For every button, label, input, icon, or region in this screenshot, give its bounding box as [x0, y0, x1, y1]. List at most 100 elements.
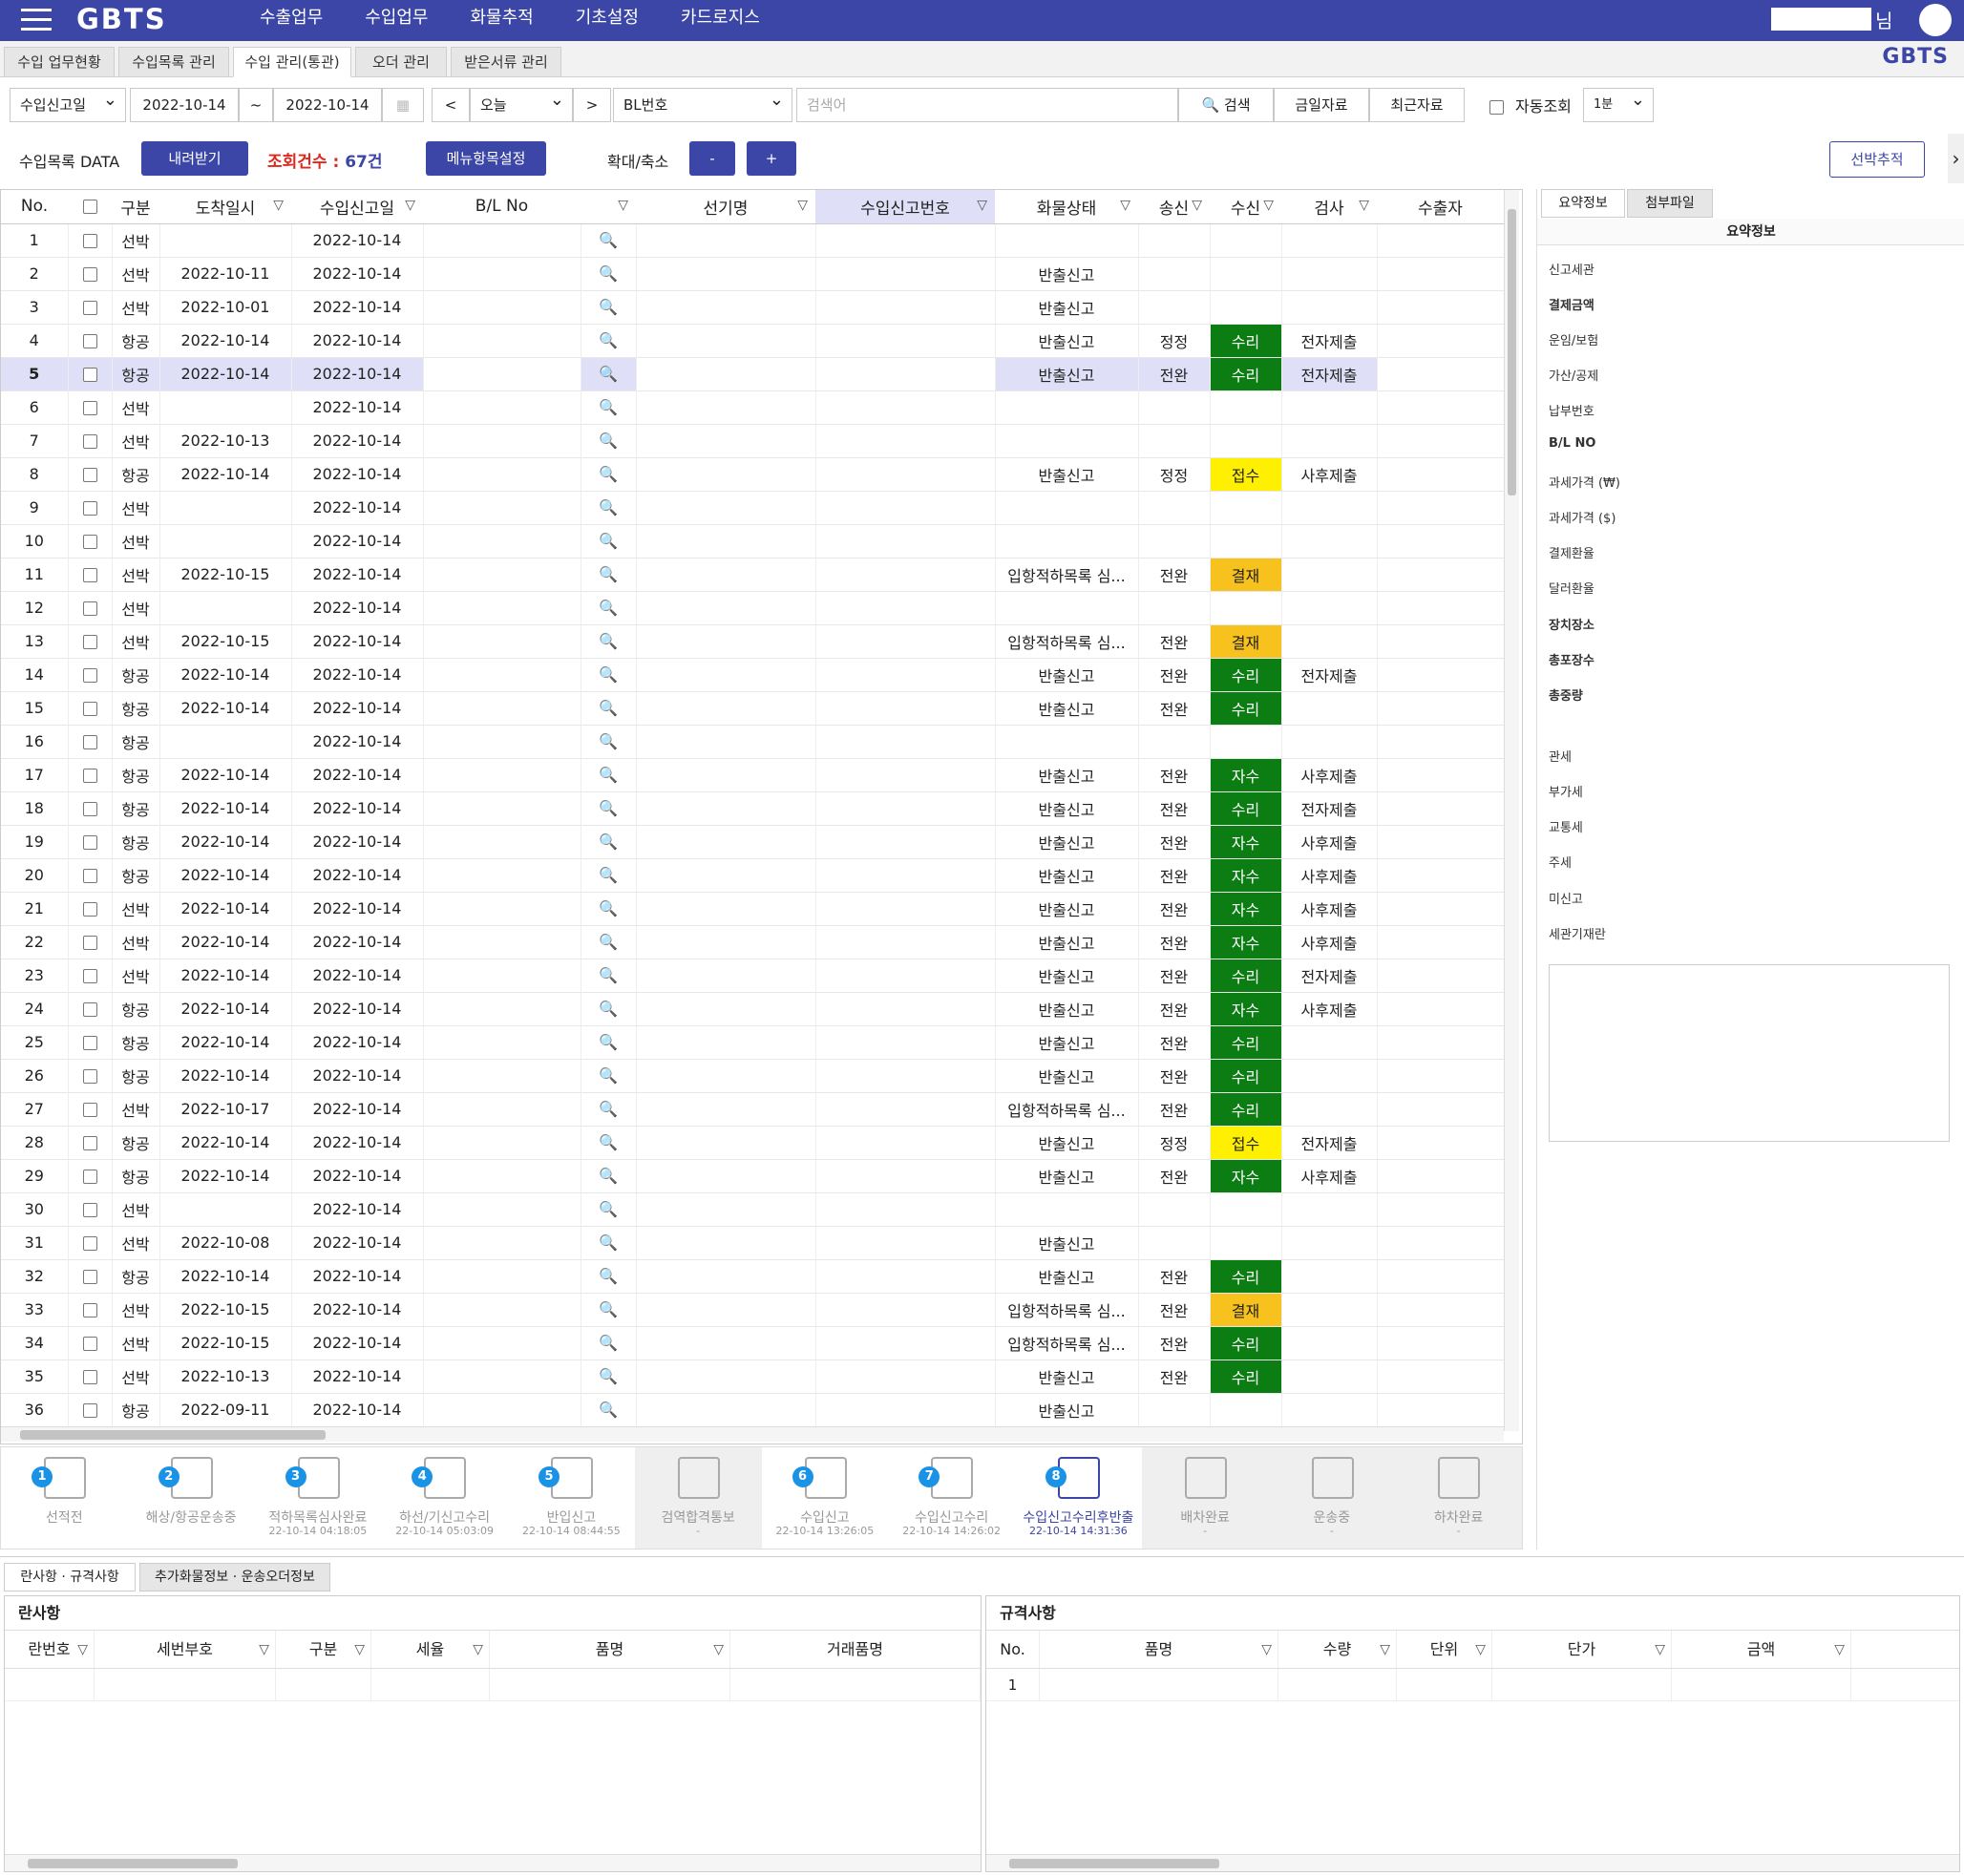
col-select-all[interactable] [68, 190, 112, 224]
filter-icon[interactable]: ▽ [1359, 198, 1369, 213]
row-bl-search[interactable]: 🔍 [581, 457, 637, 492]
table-row[interactable]: 8 항공 2022-10-14 2022-10-14 🔍 반출신고 정정 접수 사후제출 [1, 457, 1505, 492]
col-item-no[interactable]: 란번호 ▽ [5, 1631, 95, 1668]
row-bl-search[interactable]: 🔍 [581, 1092, 637, 1127]
row-bl-search[interactable]: 🔍 [581, 1059, 637, 1093]
search-icon[interactable]: 🔍 [599, 1267, 618, 1285]
col-unit-price[interactable]: 단가 ▽ [1492, 1631, 1672, 1668]
progress-step[interactable]: 6 수입신고 22-10-14 13:26:05 [762, 1447, 889, 1549]
search-button[interactable]: 🔍 검색 [1178, 88, 1274, 122]
today-data-button[interactable]: 금일자료 [1274, 88, 1369, 122]
search-icon[interactable]: 🔍 [599, 1233, 618, 1252]
row-checkbox[interactable] [68, 424, 113, 458]
search-icon[interactable]: 🔍 [599, 599, 618, 617]
app-logo[interactable]: GBTS [76, 3, 167, 35]
col-spec-name[interactable]: 품명 ▽ [1040, 1631, 1278, 1668]
next-period-button[interactable]: > [573, 88, 611, 122]
chevron-right-icon[interactable]: › [1948, 134, 1964, 183]
period-select[interactable]: 오늘 [470, 84, 573, 122]
row-checkbox[interactable] [68, 290, 113, 325]
row-bl-search[interactable]: 🔍 [581, 257, 637, 291]
row-checkbox[interactable] [68, 825, 113, 859]
row-bl-search[interactable]: 🔍 [581, 1259, 637, 1294]
row-bl-search[interactable]: 🔍 [581, 892, 637, 926]
col-type[interactable]: 구분 [112, 190, 159, 224]
search-icon[interactable]: 🔍 [599, 1100, 618, 1118]
row-bl-search[interactable]: 🔍 [581, 791, 637, 826]
search-icon[interactable]: 🔍 [599, 231, 618, 249]
row-checkbox[interactable] [68, 257, 113, 291]
menu-icon[interactable] [21, 9, 52, 32]
nav-item-0[interactable]: 수출업무 [239, 0, 344, 36]
row-bl-search[interactable]: 🔍 [581, 1226, 637, 1260]
filter-icon[interactable]: ▽ [405, 198, 415, 213]
table-row[interactable]: 24 항공 2022-10-14 2022-10-14 🔍 반출신고 전완 자수 사후제출 [1, 992, 1505, 1026]
zoom-out-button[interactable]: - [689, 141, 735, 176]
search-icon[interactable]: 🔍 [599, 331, 618, 349]
item-horizontal-scrollbar[interactable] [5, 1854, 981, 1871]
filter-icon[interactable]: ▽ [273, 198, 284, 213]
table-row[interactable]: 25 항공 2022-10-14 2022-10-14 🔍 반출신고 전완 수리 [1, 1025, 1505, 1060]
row-checkbox[interactable] [68, 1293, 113, 1327]
progress-step[interactable]: 8 수입신고수리후반출 22-10-14 14:31:36 [1015, 1447, 1142, 1549]
row-bl-search[interactable]: 🔍 [581, 1360, 637, 1394]
filter-icon[interactable]: ▽ [473, 1631, 483, 1669]
row-bl-search[interactable]: 🔍 [581, 558, 637, 592]
search-icon[interactable]: 🔍 [599, 1167, 618, 1185]
date-from-input[interactable]: 2022-10-14 [130, 88, 239, 122]
filter-icon[interactable]: ▽ [618, 198, 628, 213]
filter-icon[interactable]: ▽ [1380, 1631, 1390, 1669]
tab-order[interactable]: 오더 관리 [355, 47, 447, 77]
date-to-input[interactable]: 2022-10-14 [273, 88, 382, 122]
search-icon[interactable]: 🔍 [599, 1334, 618, 1352]
row-checkbox[interactable] [68, 1025, 113, 1060]
download-button[interactable]: 내려받기 [141, 141, 248, 176]
filter-icon[interactable]: ▽ [354, 1631, 365, 1669]
filter-icon[interactable]: ▽ [1261, 1631, 1272, 1669]
col-amount[interactable]: 금액 ▽ [1672, 1631, 1851, 1668]
search-icon[interactable]: 🔍 [599, 1300, 618, 1318]
row-bl-search[interactable]: 🔍 [581, 1025, 637, 1060]
search-icon[interactable]: 🔍 [599, 1000, 618, 1018]
filter-icon[interactable]: ▽ [713, 1631, 724, 1669]
col-bl-search[interactable]: ▽ [581, 190, 636, 224]
table-row[interactable]: 30 선박 2022-10-14 🔍 [1, 1192, 1505, 1227]
row-bl-search[interactable]: 🔍 [581, 959, 637, 993]
row-checkbox[interactable] [68, 357, 113, 391]
table-row[interactable]: 33 선박 2022-10-15 2022-10-14 🔍 입항적하목록 심... 전완 결재 [1, 1293, 1505, 1327]
table-row[interactable] [5, 1669, 981, 1701]
table-row[interactable]: 19 항공 2022-10-14 2022-10-14 🔍 반출신고 전완 자수 사후제출 [1, 825, 1505, 859]
col-bl-no[interactable]: B/L No [423, 190, 581, 224]
progress-step[interactable]: 배차완료 - [1141, 1447, 1269, 1549]
row-bl-search[interactable]: 🔍 [581, 591, 637, 625]
progress-step[interactable]: 검역합격통보 - [634, 1447, 762, 1549]
search-icon[interactable]: 🔍 [599, 665, 618, 684]
row-checkbox[interactable] [68, 1126, 113, 1160]
table-row[interactable]: 23 선박 2022-10-14 2022-10-14 🔍 반출신고 전완 수리 전자제출 [1, 959, 1505, 993]
grid-horizontal-scrollbar[interactable] [1, 1426, 1504, 1442]
search-icon[interactable]: 🔍 [599, 732, 618, 750]
table-row[interactable]: 35 선박 2022-10-13 2022-10-14 🔍 반출신고 전완 수리 [1, 1360, 1505, 1394]
table-row[interactable]: 21 선박 2022-10-14 2022-10-14 🔍 반출신고 전완 자수 사후제출 [1, 892, 1505, 926]
filter-icon[interactable]: ▽ [797, 198, 808, 213]
row-checkbox[interactable] [68, 1092, 113, 1127]
table-row[interactable]: 34 선박 2022-10-15 2022-10-14 🔍 입항적하목록 심... 전완 수리 [1, 1326, 1505, 1360]
spec-horizontal-scrollbar[interactable] [986, 1854, 1959, 1871]
table-row[interactable]: 12 선박 2022-10-14 🔍 [1, 591, 1505, 625]
table-row[interactable]: 26 항공 2022-10-14 2022-10-14 🔍 반출신고 전완 수리 [1, 1059, 1505, 1093]
row-bl-search[interactable]: 🔍 [581, 1159, 637, 1193]
row-bl-search[interactable]: 🔍 [581, 758, 637, 792]
col-unit[interactable]: 단위 ▽ [1397, 1631, 1492, 1668]
search-input[interactable]: 검색어 [796, 88, 1178, 122]
table-row[interactable]: 17 항공 2022-10-14 2022-10-14 🔍 반출신고 전완 자수 사후제출 [1, 758, 1505, 792]
username-box[interactable] [1771, 8, 1871, 31]
filter-icon[interactable]: ▽ [977, 198, 987, 213]
row-bl-search[interactable]: 🔍 [581, 390, 637, 425]
row-checkbox[interactable] [68, 491, 113, 525]
row-checkbox[interactable] [68, 1159, 113, 1193]
row-checkbox[interactable] [68, 624, 113, 659]
search-icon[interactable]: 🔍 [599, 1133, 618, 1151]
progress-step[interactable]: 1 선적전 [1, 1447, 128, 1549]
col-hs-code[interactable]: 세번부호 ▽ [95, 1631, 276, 1668]
row-checkbox[interactable] [68, 457, 113, 492]
